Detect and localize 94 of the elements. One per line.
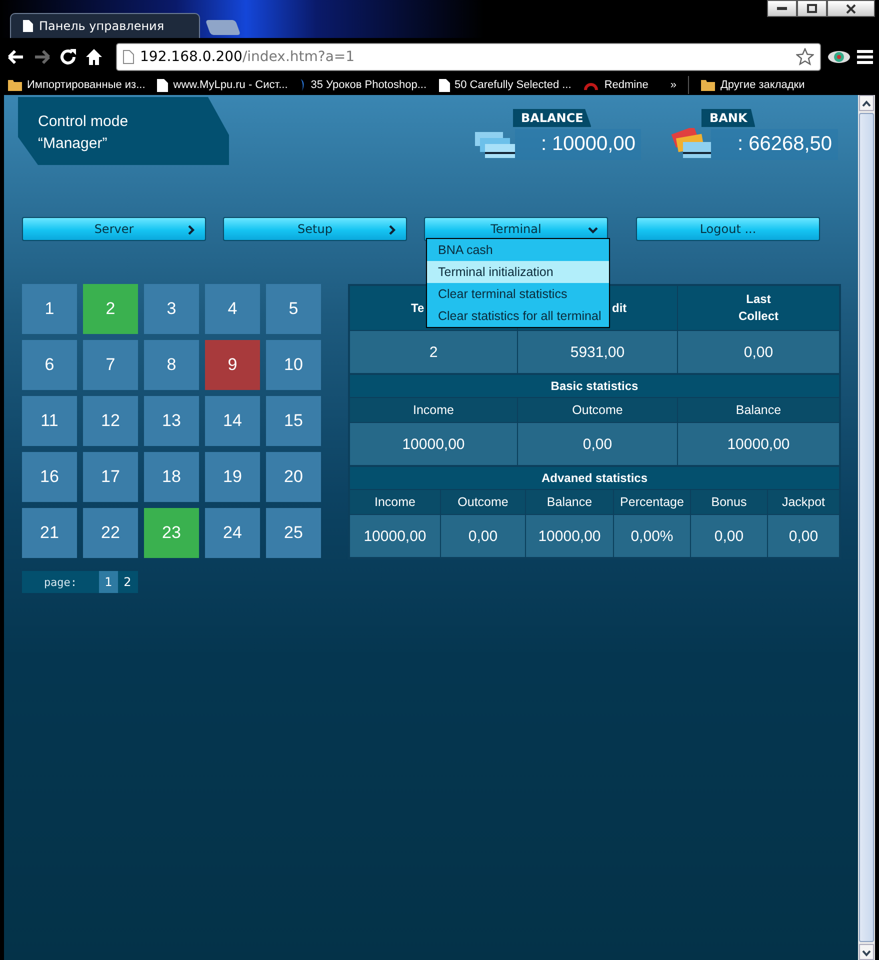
column-header: Percentage: [614, 490, 690, 514]
reload-icon[interactable]: [58, 46, 78, 66]
terminal-tile[interactable]: 6: [22, 340, 77, 390]
column-header: Jackpot: [768, 490, 839, 514]
column-header: Balance: [678, 398, 839, 422]
column-header: Bonus: [691, 490, 767, 514]
page-link[interactable]: 2: [118, 571, 137, 593]
bookmark[interactable]: 50 Carefully Selected ...: [438, 78, 572, 92]
column-header: Income: [350, 490, 440, 514]
terminal-tile[interactable]: 2: [83, 284, 138, 334]
minimize-button[interactable]: [767, 0, 797, 17]
terminal-tile[interactable]: 7: [83, 340, 138, 390]
maximize-button[interactable]: [797, 0, 827, 17]
terminal-tile[interactable]: 18: [144, 452, 199, 502]
bookmark[interactable]: www.MyLpu.ru - Сист...: [157, 78, 288, 92]
mode-panel: Control mode “Manager”: [18, 97, 229, 165]
close-icon: [846, 4, 856, 14]
menu-item[interactable]: BNA cash: [427, 239, 609, 261]
table-cell: 0,00: [768, 515, 839, 557]
table-cell: 0,00: [441, 515, 525, 557]
table-cell: 10000,00: [350, 423, 517, 465]
section-title: Basic statistics: [350, 375, 839, 397]
terminal-tile[interactable]: 24: [205, 508, 260, 558]
terminal-tile[interactable]: 14: [205, 396, 260, 446]
close-button[interactable]: [827, 0, 875, 17]
page-link[interactable]: 1: [99, 571, 118, 593]
counter-label: BANK: [701, 109, 756, 127]
table-cell: 10000,00: [678, 423, 839, 465]
table-cell: 5931,00: [518, 331, 677, 373]
terminal-tile[interactable]: 15: [266, 396, 321, 446]
terminal-tile[interactable]: 23: [144, 508, 199, 558]
terminal-tile[interactable]: 20: [266, 452, 321, 502]
chevron-down-icon: [587, 224, 599, 236]
star-icon[interactable]: [796, 48, 814, 66]
menu-button[interactable]: Server: [22, 217, 206, 241]
folder-icon: [701, 79, 716, 91]
browser-tab[interactable]: Панель управления: [10, 13, 200, 38]
bookmark[interactable]: Другие закладки: [701, 79, 805, 91]
terminal-tile[interactable]: 17: [83, 452, 138, 502]
terminal-tile[interactable]: 22: [83, 508, 138, 558]
chevron-right-icon: [386, 224, 398, 236]
counter-label: BALANCE: [512, 109, 592, 127]
page-icon: [438, 78, 450, 92]
table-cell: 0,00%: [614, 515, 690, 557]
column-header: Last Collect: [678, 286, 839, 330]
table-cell: 10000,00: [526, 515, 613, 557]
terminal-tile[interactable]: 3: [144, 284, 199, 334]
column-header: Outcome: [518, 398, 677, 422]
terminal-tile[interactable]: 8: [144, 340, 199, 390]
page-icon: [23, 20, 33, 32]
counter-value: : 10000,00: [514, 129, 642, 160]
maximize-icon: [807, 4, 817, 13]
table-cell: 0,00: [518, 423, 677, 465]
table-cell: 2: [350, 331, 517, 373]
terminal-tile[interactable]: 16: [22, 452, 77, 502]
terminal-tile[interactable]: 19: [205, 452, 260, 502]
column-header: Balance: [526, 490, 613, 514]
terminal-tile[interactable]: 25: [266, 508, 321, 558]
folder-icon: [8, 79, 22, 91]
terminal-tile[interactable]: 11: [22, 396, 77, 446]
minimize-icon: [777, 6, 787, 10]
more-bookmarks[interactable]: »: [670, 79, 676, 91]
page-icon: [157, 78, 168, 92]
menu-item[interactable]: Terminal initialization: [427, 261, 609, 283]
bookmark[interactable]: Импортированные из...: [8, 79, 146, 91]
terminal-tile[interactable]: 10: [266, 340, 321, 390]
page-icon: [123, 50, 134, 64]
table-cell: 0,00: [691, 515, 767, 557]
column-header: Income: [350, 398, 517, 422]
page-label: page:: [42, 574, 78, 590]
terminal-tile[interactable]: 4: [205, 284, 260, 334]
menu-button[interactable]: Setup: [223, 217, 407, 241]
bookmark[interactable]: Redmine: [583, 79, 648, 91]
address-field[interactable]: 192.168.0.200/index.htm?a=1: [116, 42, 821, 70]
bookmark[interactable]: 35 Уроков Photoshop...: [300, 79, 427, 91]
scrollbar[interactable]: [858, 95, 875, 960]
terminal-tile[interactable]: 9: [205, 340, 260, 390]
terminal-tile[interactable]: 1: [22, 284, 77, 334]
eye-icon[interactable]: [827, 48, 851, 64]
table-cell: 10000,00: [350, 515, 440, 557]
terminal-tile[interactable]: 5: [266, 284, 321, 334]
terminal-tile[interactable]: 21: [22, 508, 77, 558]
table-cell: 0,00: [678, 331, 839, 373]
home-icon[interactable]: [84, 46, 104, 66]
menu-icon[interactable]: [857, 50, 873, 64]
terminal-tile[interactable]: 12: [83, 396, 138, 446]
menu-button[interactable]: Logout ...: [636, 217, 820, 241]
section-title: Advaned statistics: [350, 467, 839, 489]
chevron-right-icon: [185, 224, 197, 236]
counter-value: : 66268,50: [711, 129, 838, 160]
column-header: Outcome: [441, 490, 525, 514]
terminal-tile[interactable]: 13: [144, 396, 199, 446]
new-tab-button[interactable]: [205, 20, 241, 35]
cards-icon: [671, 128, 712, 160]
